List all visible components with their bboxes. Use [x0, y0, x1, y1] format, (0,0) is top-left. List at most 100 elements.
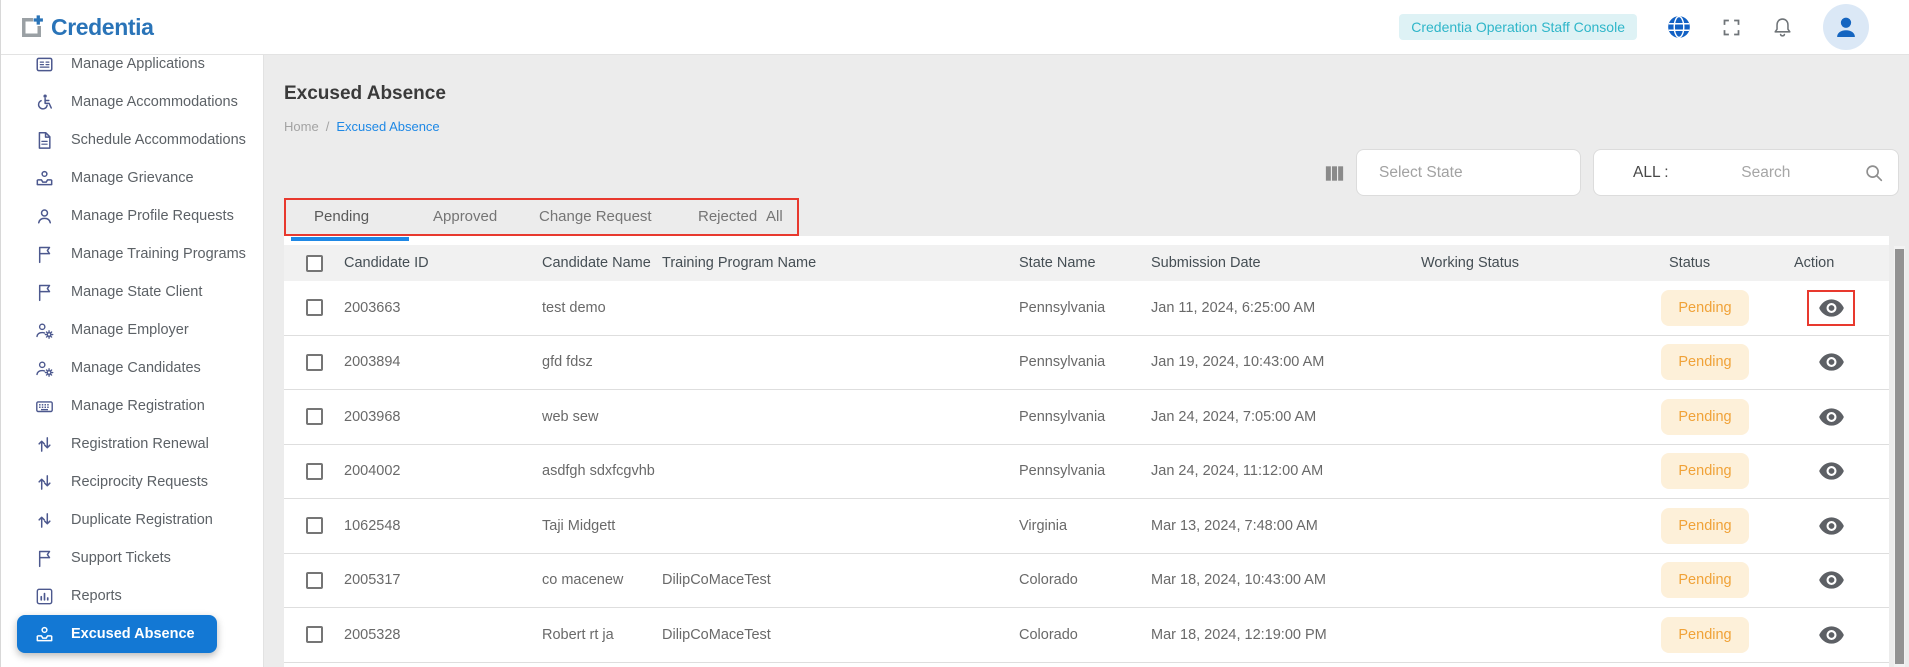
- view-action-button[interactable]: [1807, 399, 1855, 435]
- sidebar-item-manage-registration[interactable]: Manage Registration: [1, 387, 264, 425]
- table-row: 2003894gfd fdszPennsylvaniaJan 19, 2024,…: [284, 336, 1889, 391]
- sidebar-item-excused-absence[interactable]: Excused Absence: [17, 615, 217, 653]
- view-action-button[interactable]: [1807, 562, 1855, 598]
- sidebar-item-label: Duplicate Registration: [71, 512, 213, 528]
- scrollbar-thumb[interactable]: [1895, 249, 1904, 664]
- status-badge: Pending: [1661, 453, 1749, 489]
- row-checkbox[interactable]: [306, 626, 323, 643]
- row-checkbox[interactable]: [306, 517, 323, 534]
- search-box: ALL :: [1593, 149, 1899, 196]
- sidebar-item-label: Manage Training Programs: [71, 246, 246, 262]
- sidebar-item-manage-candidates[interactable]: Manage Candidates: [1, 349, 264, 387]
- table-body: 2003663test demoPennsylvaniaJan 11, 2024…: [284, 281, 1889, 663]
- sidebar-item-manage-state-client[interactable]: Manage State Client: [1, 273, 264, 311]
- row-checkbox[interactable]: [306, 463, 323, 480]
- cell-candidate-name: co macenew: [542, 554, 623, 608]
- globe-icon[interactable]: [1666, 14, 1692, 40]
- view-action-button[interactable]: [1807, 617, 1855, 653]
- search-scope-label: ALL :: [1633, 164, 1669, 182]
- cell-submission-date: Mar 18, 2024, 12:19:00 PM: [1151, 608, 1327, 662]
- status-badge: Pending: [1661, 399, 1749, 435]
- row-checkbox[interactable]: [306, 572, 323, 589]
- view-action-button[interactable]: [1807, 508, 1855, 544]
- vertical-scrollbar[interactable]: [1894, 246, 1905, 667]
- tab-rejected[interactable]: Rejected: [698, 198, 757, 236]
- inbox-person-icon: [34, 624, 55, 645]
- cell-candidate-name: Robert rt ja: [542, 608, 614, 662]
- sidebar-item-reports[interactable]: Reports: [1, 577, 264, 615]
- top-header: Credentia Credentia Operation Staff Cons…: [1, 0, 1909, 55]
- eye-icon: [1818, 298, 1845, 318]
- sidebar-item-label: Manage State Client: [71, 284, 202, 300]
- sidebar-item-manage-training-programs[interactable]: Manage Training Programs: [1, 235, 264, 273]
- tab-change-request[interactable]: Change Request: [539, 198, 652, 236]
- row-checkbox[interactable]: [306, 299, 323, 316]
- user-avatar-button[interactable]: [1823, 4, 1869, 50]
- swap-arrows-icon: [34, 472, 55, 493]
- cell-submission-date: Mar 18, 2024, 10:43:00 AM: [1151, 554, 1326, 608]
- fullscreen-icon[interactable]: [1721, 17, 1742, 38]
- flag-icon: [34, 244, 55, 265]
- column-header-status: Status: [1669, 245, 1710, 281]
- active-tab-underline: [291, 237, 409, 241]
- sidebar-item-support-tickets[interactable]: Support Tickets: [1, 539, 264, 577]
- column-settings-icon[interactable]: [1323, 162, 1346, 185]
- cell-submission-date: Jan 19, 2024, 10:43:00 AM: [1151, 336, 1324, 390]
- state-select[interactable]: Select State: [1356, 149, 1581, 196]
- cell-state-name: Pennsylvania: [1019, 281, 1105, 335]
- tab-all[interactable]: All: [766, 198, 783, 236]
- row-checkbox[interactable]: [306, 354, 323, 371]
- view-action-button-annotated[interactable]: [1807, 290, 1855, 326]
- cell-candidate-name: web sew: [542, 390, 598, 444]
- sidebar-item-label: Reciprocity Requests: [71, 474, 208, 490]
- cell-state-name: Colorado: [1019, 608, 1078, 662]
- cell-submission-date: Jan 11, 2024, 6:25:00 AM: [1151, 281, 1315, 335]
- sidebar-nav: Manage Applications Manage Accommodations…: [1, 45, 264, 653]
- search-input[interactable]: [1669, 164, 1863, 182]
- breadcrumb-separator: /: [326, 119, 330, 134]
- cell-candidate-id: 2003894: [344, 336, 400, 390]
- sidebar-item-label: Manage Applications: [71, 56, 205, 72]
- sidebar-item-label: Manage Grievance: [71, 170, 194, 186]
- person-icon: [34, 206, 55, 227]
- brand-logo[interactable]: Credentia: [17, 13, 153, 42]
- cell-candidate-id: 2005328: [344, 608, 400, 662]
- breadcrumb-home-link[interactable]: Home: [284, 119, 319, 134]
- cell-submission-date: Jan 24, 2024, 7:05:00 AM: [1151, 390, 1316, 444]
- person-gear-icon: [34, 320, 55, 341]
- column-header-state-name: State Name: [1019, 245, 1096, 281]
- table-row: 2005328Robert rt jaDilipCoMaceTestColora…: [284, 608, 1889, 663]
- view-action-button[interactable]: [1807, 453, 1855, 489]
- sidebar-item-registration-renewal[interactable]: Registration Renewal: [1, 425, 264, 463]
- select-all-checkbox[interactable]: [306, 255, 323, 272]
- sidebar-item-label: Manage Candidates: [71, 360, 201, 376]
- row-checkbox[interactable]: [306, 408, 323, 425]
- table-row: 2003968web sewPennsylvaniaJan 24, 2024, …: [284, 390, 1889, 445]
- breadcrumb-current: Excused Absence: [336, 119, 439, 134]
- sidebar-item-manage-grievance[interactable]: Manage Grievance: [1, 159, 264, 197]
- cell-submission-date: Jan 24, 2024, 11:12:00 AM: [1151, 445, 1323, 499]
- column-header-action: Action: [1794, 245, 1834, 281]
- eye-icon: [1818, 516, 1845, 536]
- brand-name: Credentia: [51, 14, 153, 41]
- tab-approved[interactable]: Approved: [433, 198, 497, 236]
- applications-card-icon: [34, 54, 55, 75]
- notifications-bell-icon[interactable]: [1771, 16, 1794, 39]
- sidebar-item-manage-employer[interactable]: Manage Employer: [1, 311, 264, 349]
- sidebar-item-manage-profile-requests[interactable]: Manage Profile Requests: [1, 197, 264, 235]
- sidebar-item-duplicate-registration[interactable]: Duplicate Registration: [1, 501, 264, 539]
- cell-state-name: Pennsylvania: [1019, 445, 1105, 499]
- flag-icon: [34, 548, 55, 569]
- topbar-actions: Credentia Operation Staff Console: [1399, 4, 1869, 50]
- sidebar-item-schedule-accommodations[interactable]: Schedule Accommodations: [1, 121, 264, 159]
- tab-pending[interactable]: Pending: [314, 198, 369, 236]
- search-icon[interactable]: [1863, 162, 1885, 184]
- cell-state-name: Colorado: [1019, 554, 1078, 608]
- person-gear-icon: [34, 358, 55, 379]
- view-action-button[interactable]: [1807, 344, 1855, 380]
- eye-icon: [1818, 407, 1845, 427]
- sidebar-item-reciprocity-requests[interactable]: Reciprocity Requests: [1, 463, 264, 501]
- sidebar-item-label: Manage Employer: [71, 322, 189, 338]
- column-header-submission-date: Submission Date: [1151, 245, 1261, 281]
- sidebar-item-manage-accommodations[interactable]: Manage Accommodations: [1, 83, 264, 121]
